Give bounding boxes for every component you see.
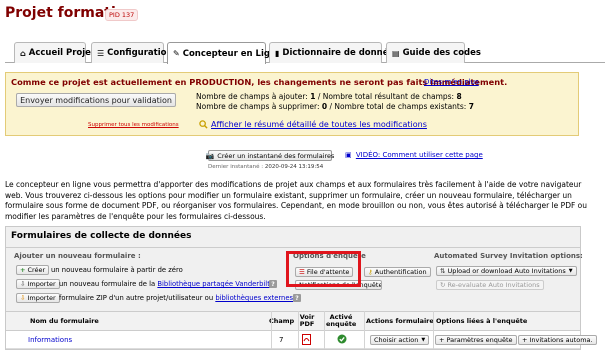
import-zip-text: formulaire ZIP d'un autre projet/utilisa… [59, 294, 294, 302]
download-icon: ⇩ [20, 294, 26, 302]
tab-label: Configuration [107, 48, 173, 58]
book-icon: ▮ [275, 48, 280, 58]
table-row: Informations 7 Choisir action ▼ + Paramè… [6, 331, 597, 349]
divider [324, 311, 325, 349]
refresh-icon: ↻ [440, 281, 446, 289]
col-fields: Champ [269, 317, 295, 325]
submit-changes-button[interactable]: Envoyer modifications pour validation [16, 93, 176, 107]
survey-options-label: Options d'enquête [293, 252, 366, 260]
upload-icon: ⇅ [440, 267, 446, 275]
help-icon[interactable]: ? [293, 294, 301, 302]
caret-down-icon: ▼ [421, 337, 426, 343]
col-form-name: Nom du formulaire [30, 317, 99, 325]
fields-to-delete-stat: Nombre de champs à supprimer: 0 / Nombre… [196, 102, 474, 111]
video-icon: ▣ [345, 151, 352, 159]
tab-online-designer[interactable]: ✎ Concepteur en Ligne [167, 42, 282, 64]
upload-download-auto-invites-button[interactable]: ⇅ Upload or download Auto Invitations ▼ [436, 266, 577, 276]
tab-project-home[interactable]: ⌂ Accueil Projet [14, 42, 95, 63]
delete-all-changes-link[interactable]: Supprimer tous les modifications [88, 122, 179, 128]
video-help-link[interactable]: ▣ VIDÉO: Comment utiliser cette page [345, 151, 483, 159]
project-id-badge: PID 137 [105, 9, 139, 21]
production-notice: Comme ce projet est actuellement en PROD… [5, 72, 579, 136]
tab-setup[interactable]: ☰ Configuration [91, 42, 173, 63]
survey-login-button[interactable]: ⚷ Authentification [364, 267, 431, 277]
divider [271, 311, 272, 349]
home-icon: ⌂ [20, 48, 26, 58]
forms-table-header: Nom du formulaire Champ Voir PDF Activé … [6, 311, 580, 331]
edit-icon: ✎ [173, 49, 180, 58]
tab-label: Guide des codes [402, 48, 481, 58]
form-action-select[interactable]: Choisir action ▼ [370, 335, 430, 345]
plus-icon: + [20, 266, 26, 274]
magnifier-icon [199, 120, 208, 129]
form-name-link[interactable]: Informations [28, 336, 72, 344]
survey-queue-button[interactable]: ☰ File d'attente [295, 267, 354, 277]
caret-down-icon: ▼ [568, 268, 573, 274]
col-enabled-survey: Activé enquête [326, 313, 357, 328]
field-count: 7 [279, 336, 284, 344]
learn-more-link[interactable]: Dites-m'en plus [424, 78, 479, 86]
shared-library-link[interactable]: Bibliothèque partagée Vanderbilt [157, 280, 270, 288]
detailed-summary-link[interactable]: Afficher le résumé détaillé de toutes le… [199, 120, 427, 129]
divider [298, 311, 299, 349]
auto-invitations-button[interactable]: + Invitations automa. [518, 335, 597, 345]
enabled-check-icon [337, 334, 347, 346]
col-view-pdf: Voir PDF [299, 313, 315, 328]
import-library-text: un nouveau formulaire de la Bibliothèque… [59, 280, 270, 288]
intro-paragraph: Le concepteur en ligne vous permettra d'… [5, 180, 588, 221]
data-collection-forms-panel: Formulaires de collecte de données Ajout… [5, 226, 597, 350]
reevaluate-auto-invites-button[interactable]: ↻ Re-evaluate Auto Invitations [436, 280, 544, 290]
download-icon: ⇩ [20, 280, 26, 288]
survey-notifications-button[interactable]: Notifications de l'enquête [295, 280, 382, 290]
project-tabs: ⌂ Accueil Projet ☰ Configuration ✎ Conce… [5, 42, 605, 64]
panel-title: Formulaires de collecte de données [11, 231, 192, 241]
add-form-label: Ajouter un nouveau formulaire : [14, 252, 141, 260]
col-survey-options: Options liées à l'enquête [436, 317, 528, 325]
pdf-icon[interactable] [302, 334, 311, 347]
create-form-text: un nouveau formulaire à partir de zéro [51, 266, 183, 274]
plus-icon: + [522, 336, 528, 344]
external-libraries-link[interactable]: bibliothèques externes [215, 294, 293, 302]
tab-codebook[interactable]: ▤ Guide des codes [386, 42, 481, 63]
divider [6, 247, 580, 248]
list-icon: ☰ [97, 48, 105, 58]
create-form-button[interactable]: + Créer [16, 265, 50, 275]
help-icon[interactable]: ? [269, 280, 277, 288]
plus-icon: + [439, 336, 445, 344]
last-snapshot: Dernier instantané : 2020-09-24 13:19:54 [208, 164, 324, 170]
tab-label: Accueil Projet [28, 48, 95, 58]
auto-invites-label: Automated Survey Invitation options: [434, 252, 583, 260]
fields-to-add-stat: Nombre de champs à ajouter: 1 / Nombre t… [196, 92, 462, 101]
camera-icon: 📷 [205, 151, 215, 160]
tab-label: Dictionnaire de données [282, 48, 400, 58]
tab-label: Concepteur en Ligne [182, 48, 282, 59]
survey-settings-button[interactable]: + Paramètres enquête [435, 335, 517, 345]
tab-data-dictionary[interactable]: ▮ Dictionnaire de données [269, 42, 399, 63]
book-open-icon: ▤ [392, 48, 400, 58]
import-library-button[interactable]: ⇩ Importer [16, 279, 60, 289]
create-snapshot-button[interactable]: 📷 Créer un instantané des formulaires [205, 150, 334, 161]
divider [433, 311, 434, 349]
divider [364, 311, 365, 349]
col-form-actions: Actions formulaire [366, 317, 434, 325]
key-icon: ⚷ [368, 268, 373, 276]
list-icon: ☰ [299, 268, 305, 276]
import-zip-button[interactable]: ⇩ Importer [16, 293, 60, 303]
